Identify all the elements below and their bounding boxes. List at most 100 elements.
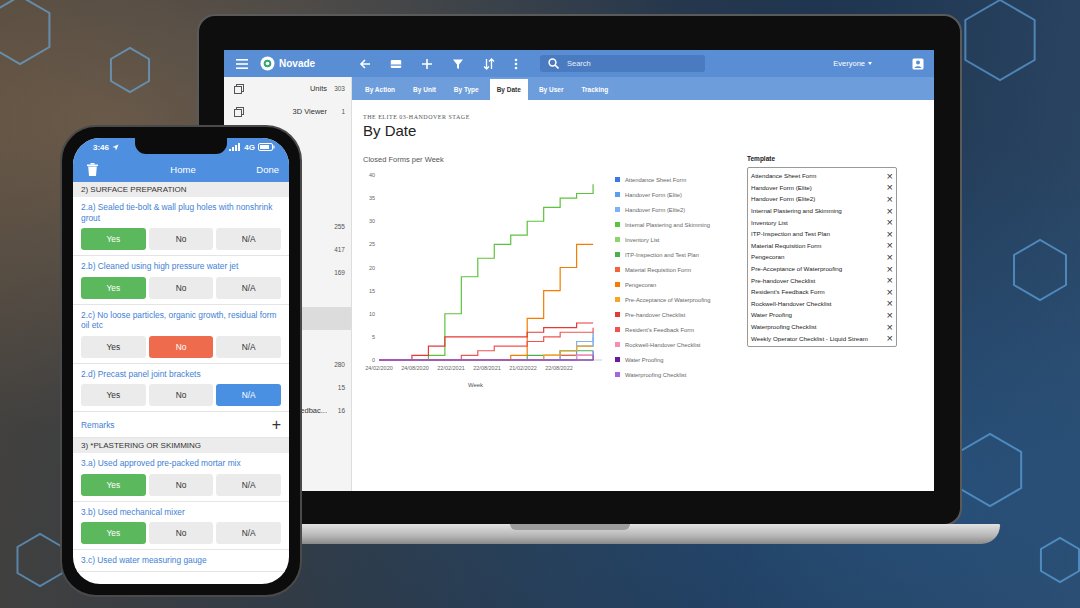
brand-logo[interactable]: Novade bbox=[260, 56, 315, 71]
view-tab[interactable]: By Type bbox=[447, 79, 486, 100]
remarks-label: Remarks bbox=[81, 420, 115, 430]
legend-item[interactable]: Inventory List bbox=[615, 232, 711, 247]
answer-button[interactable]: Yes bbox=[81, 522, 146, 544]
sidebar-item-label: 3D Viewer bbox=[250, 107, 327, 116]
answer-button[interactable]: Yes bbox=[81, 384, 146, 406]
hexagon-icon bbox=[959, 434, 1021, 506]
remove-icon[interactable]: × bbox=[884, 252, 893, 262]
legend-item[interactable]: Pre-Acceptance of Waterproofing bbox=[615, 292, 711, 307]
search-field[interactable]: Search bbox=[540, 55, 705, 72]
template-item: Pre-Acceptance of Waterproofing × bbox=[751, 263, 893, 275]
answer-button[interactable]: Yes bbox=[81, 277, 146, 299]
network-label: 4G bbox=[244, 143, 255, 152]
sidebar-item-count: 15 bbox=[333, 384, 345, 391]
answer-button[interactable]: N/A bbox=[216, 277, 281, 299]
series-line bbox=[379, 244, 593, 360]
answer-button[interactable]: No bbox=[149, 277, 214, 299]
more-icon[interactable] bbox=[514, 58, 518, 70]
answer-button[interactable]: N/A bbox=[216, 474, 281, 496]
question-label: 3.a) Used approved pre-packed mortar mix bbox=[81, 458, 281, 469]
answer-button[interactable]: No bbox=[149, 474, 214, 496]
answer-button[interactable]: N/A bbox=[216, 336, 281, 358]
view-tab[interactable]: By Date bbox=[490, 79, 528, 100]
menu-icon[interactable] bbox=[236, 59, 248, 69]
remove-icon[interactable]: × bbox=[884, 322, 893, 332]
legend-item[interactable]: Rockwell-Handover Checklist bbox=[615, 337, 711, 352]
top-bar: Novade Search Everyone bbox=[224, 50, 934, 77]
back-arrow-icon[interactable] bbox=[359, 58, 371, 70]
remove-icon[interactable]: × bbox=[884, 298, 893, 308]
account-icon[interactable] bbox=[912, 58, 924, 70]
view-tab[interactable]: By User bbox=[532, 79, 571, 100]
y-axis-tick: 30 bbox=[369, 218, 375, 224]
answer-button[interactable]: Yes bbox=[81, 228, 146, 250]
answer-button[interactable]: Yes bbox=[81, 474, 146, 496]
x-axis-tick: 22/08/2022 bbox=[545, 365, 573, 371]
y-axis-tick: 0 bbox=[372, 357, 375, 363]
remove-icon[interactable]: × bbox=[884, 333, 893, 343]
legend-item[interactable]: Pre-handover Checklist bbox=[615, 307, 711, 322]
legend-item[interactable]: Attendance Sheet Form bbox=[615, 172, 711, 187]
sidebar-item-count: 169 bbox=[333, 269, 345, 276]
breadcrumb: THE ELITE 03-HANDOVER STAGE bbox=[363, 114, 923, 120]
remove-icon[interactable]: × bbox=[884, 217, 893, 227]
nav-bar: Home Done bbox=[73, 156, 289, 182]
remove-icon[interactable]: × bbox=[884, 287, 893, 297]
remove-icon[interactable]: × bbox=[884, 240, 893, 250]
add-remark-button[interactable]: + bbox=[272, 417, 281, 433]
legend-item[interactable]: Material Requisition Form bbox=[615, 262, 711, 277]
remove-icon[interactable]: × bbox=[884, 182, 893, 192]
legend-swatch bbox=[615, 372, 620, 377]
answer-button[interactable]: No bbox=[149, 228, 214, 250]
sidebar-item[interactable]: Units 303 bbox=[224, 77, 351, 100]
legend-item[interactable]: Water Proofing bbox=[615, 352, 711, 367]
sidebar-item[interactable]: 3D Viewer 1 bbox=[224, 100, 351, 123]
sort-icon[interactable] bbox=[483, 58, 495, 70]
legend-item[interactable]: Pengecoran bbox=[615, 277, 711, 292]
remove-icon[interactable]: × bbox=[884, 310, 893, 320]
line-chart: 051015202530354024/02/202024/08/202022/0… bbox=[363, 169, 612, 392]
legend-item[interactable]: ITP-Inspection and Test Plan bbox=[615, 247, 711, 262]
laptop: Novade Search Everyone Units 303 3D View… bbox=[197, 14, 962, 526]
series-line bbox=[379, 355, 593, 360]
legend-item[interactable]: Handover Form (Elite) bbox=[615, 187, 711, 202]
answer-button[interactable]: Yes bbox=[81, 336, 146, 358]
template-item: Handover Form (Elite) × bbox=[751, 182, 893, 194]
answer-button[interactable]: N/A bbox=[216, 228, 281, 250]
card-icon[interactable] bbox=[390, 58, 402, 70]
answer-button[interactable]: No bbox=[149, 336, 214, 358]
answer-button[interactable]: No bbox=[149, 384, 214, 406]
trash-icon[interactable] bbox=[87, 163, 98, 176]
remove-icon[interactable]: × bbox=[884, 206, 893, 216]
user-filter-dropdown[interactable]: Everyone bbox=[833, 59, 872, 68]
x-axis-tick: 24/08/2020 bbox=[401, 365, 429, 371]
answer-button[interactable]: N/A bbox=[216, 522, 281, 544]
filter-icon[interactable] bbox=[452, 58, 464, 70]
legend-swatch bbox=[615, 192, 620, 197]
view-tab[interactable]: Tracking bbox=[574, 79, 615, 100]
plus-icon[interactable] bbox=[421, 58, 433, 70]
legend-item[interactable]: Waterproofing Checklist bbox=[615, 367, 711, 382]
view-tab[interactable]: By Unit bbox=[406, 79, 443, 100]
view-tab[interactable]: By Action bbox=[358, 79, 402, 100]
remove-icon[interactable]: × bbox=[884, 275, 893, 285]
question-label: 3.c) Used water measuring gauge bbox=[81, 555, 281, 566]
legend-swatch bbox=[615, 222, 620, 227]
x-axis-tick: 21/02/2022 bbox=[509, 365, 537, 371]
series-line bbox=[379, 323, 593, 360]
remove-icon[interactable]: × bbox=[884, 171, 893, 181]
remove-icon[interactable]: × bbox=[884, 229, 893, 239]
chart-panel: Closed Forms per Week 051015202530354024… bbox=[363, 155, 734, 392]
legend-item[interactable]: Handover Form (Elite2) bbox=[615, 202, 711, 217]
checklist-question: 3.b) Used mechanical mixer YesNoN/A bbox=[73, 502, 289, 551]
legend-item[interactable]: Resident's Feedback Form bbox=[615, 322, 711, 337]
remove-icon[interactable]: × bbox=[884, 264, 893, 274]
answer-button[interactable]: N/A bbox=[216, 384, 281, 406]
legend-item[interactable]: Internal Plastering and Skimming bbox=[615, 217, 711, 232]
remarks-row[interactable]: Remarks + bbox=[73, 412, 289, 438]
legend-swatch bbox=[615, 207, 620, 212]
user-filter-label: Everyone bbox=[833, 59, 865, 68]
done-button[interactable]: Done bbox=[256, 164, 279, 175]
answer-button[interactable]: No bbox=[149, 522, 214, 544]
remove-icon[interactable]: × bbox=[884, 194, 893, 204]
